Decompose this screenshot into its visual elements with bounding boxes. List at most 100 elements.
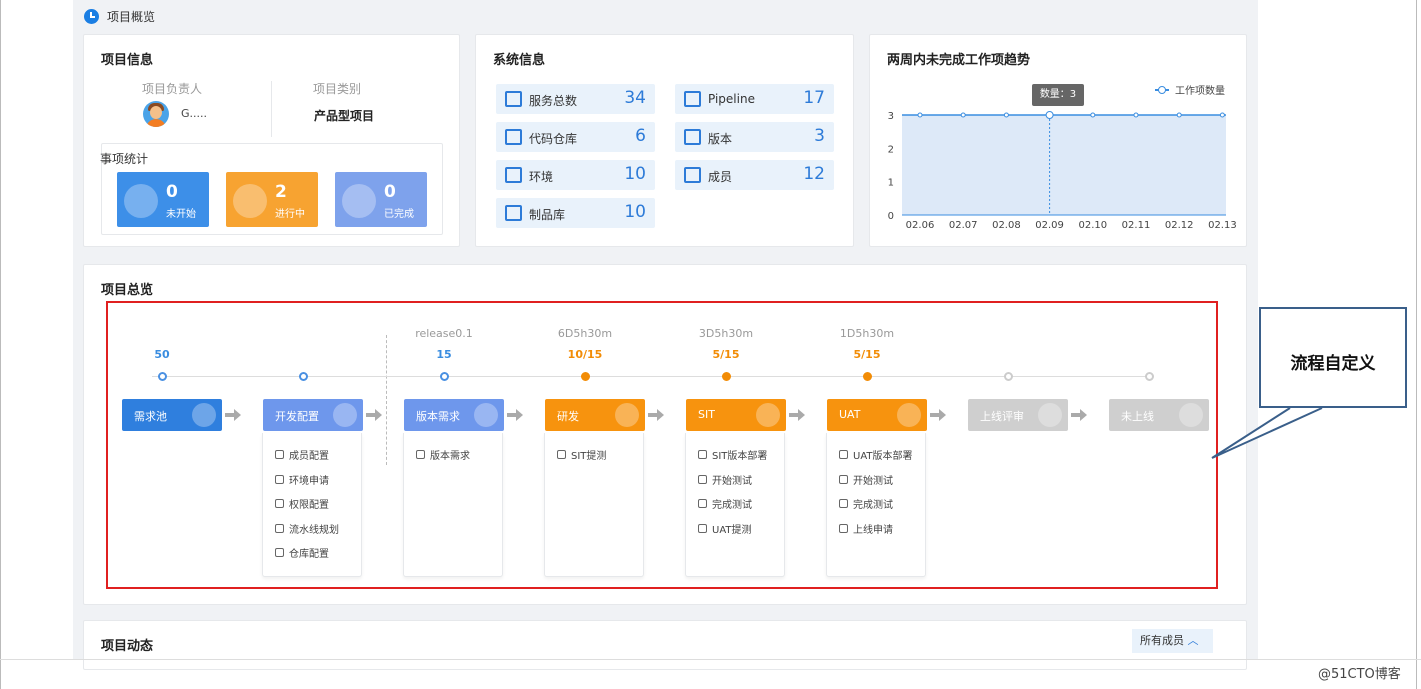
stage-name: 未上线 xyxy=(1121,410,1154,423)
stage-button[interactable]: 版本需求 xyxy=(404,399,504,431)
data-point[interactable] xyxy=(1090,112,1096,118)
data-point[interactable] xyxy=(1133,112,1139,118)
stage-task-list: 版本需求 xyxy=(403,433,503,577)
pipeline-icon xyxy=(684,91,701,107)
sys-item-members[interactable]: 成员 12 xyxy=(675,160,834,190)
stage-count: 5/15 xyxy=(712,348,740,361)
bottom-border xyxy=(0,659,1421,660)
member-filter-dropdown[interactable]: 所有成员 ︿ xyxy=(1132,629,1213,653)
data-point[interactable] xyxy=(917,112,923,118)
stat-done[interactable]: 0 已完成 xyxy=(335,172,427,227)
project-info-title: 项目信息 xyxy=(101,53,154,68)
data-point[interactable] xyxy=(1003,112,1009,118)
sys-item-versions[interactable]: 版本 3 xyxy=(675,122,834,152)
check-icon xyxy=(342,184,376,218)
trend-card: 两周内未完成工作项趋势 工作项数量 0 1 2 3 02.06 02.07 02.08 02.… xyxy=(869,34,1247,247)
stage-task-item[interactable]: 上线申请 xyxy=(839,521,893,536)
y-tick-label: 2 xyxy=(888,144,894,155)
sys-item-services[interactable]: 服务总数 34 xyxy=(496,84,655,114)
monitor-icon xyxy=(505,129,522,145)
version-icon xyxy=(684,129,701,145)
sys-label: 制品库 xyxy=(529,208,566,222)
data-point[interactable] xyxy=(1219,112,1225,118)
x-tick-label: 02.08 xyxy=(992,220,1021,231)
sys-value: 12 xyxy=(803,164,825,184)
phase-divider xyxy=(386,335,387,465)
data-point[interactable] xyxy=(1176,112,1182,118)
arrow-right-icon xyxy=(789,409,805,421)
left-border xyxy=(0,0,1,689)
stage-task-item[interactable]: 完成测试 xyxy=(839,496,893,511)
stat-in-progress[interactable]: 2 进行中 xyxy=(226,172,318,227)
data-point[interactable] xyxy=(1045,111,1054,119)
member-filter-label: 所有成员 xyxy=(1140,634,1184,647)
grid-icon xyxy=(505,167,522,183)
stage-task-item[interactable]: SIT提测 xyxy=(557,447,606,462)
stage-task-item[interactable]: 开始测试 xyxy=(698,472,752,487)
stage-button[interactable]: 未上线 xyxy=(1109,399,1209,431)
stage-button[interactable]: SIT xyxy=(686,399,786,431)
task-label: 流水线规划 xyxy=(289,524,339,536)
home-icon xyxy=(505,91,522,107)
sys-item-pipeline[interactable]: Pipeline 17 xyxy=(675,84,834,114)
stage-task-item[interactable]: UAT提测 xyxy=(698,521,752,536)
callout-text: 流程自定义 xyxy=(1290,354,1376,374)
stage-button[interactable]: UAT xyxy=(827,399,927,431)
stage-status-icon xyxy=(1179,403,1203,427)
x-tick-label: 02.13 xyxy=(1208,220,1237,231)
stat-label: 进行中 xyxy=(275,209,305,220)
stage-task-item[interactable]: 仓库配置 xyxy=(275,545,329,560)
stage-count: 5/15 xyxy=(853,348,881,361)
x-tick-label: 02.07 xyxy=(949,220,978,231)
task-icon xyxy=(275,523,284,533)
task-label: 环境申请 xyxy=(289,475,329,487)
sys-value: 3 xyxy=(814,126,825,146)
stage-duration: 6D5h30m xyxy=(557,327,613,340)
stage-status-icon xyxy=(192,403,216,427)
stage-task-item[interactable]: 权限配置 xyxy=(275,496,329,511)
callout-box: 流程自定义 xyxy=(1259,307,1407,408)
area-fill xyxy=(902,115,1226,215)
arrow-right-icon xyxy=(366,409,382,421)
stage-dot xyxy=(1145,372,1154,381)
stage-name: 研发 xyxy=(557,410,579,423)
stage-task-item[interactable]: 版本需求 xyxy=(416,447,470,462)
stage-task-item[interactable]: SIT版本部署 xyxy=(698,447,767,462)
task-label: UAT提测 xyxy=(712,524,752,536)
task-label: SIT提测 xyxy=(571,451,607,462)
stage-task-list: UAT版本部署 开始测试完成测试上线申请 xyxy=(826,433,926,577)
sys-label: Pipeline xyxy=(708,92,755,106)
stage-button[interactable]: 开发配置 xyxy=(263,399,363,431)
stage-button[interactable]: 上线评审 xyxy=(968,399,1068,431)
x-tick-label: 02.10 xyxy=(1078,220,1107,231)
stage-task-item[interactable]: 成员配置 xyxy=(275,447,329,462)
sys-item-repos[interactable]: 代码仓库 6 xyxy=(496,122,655,152)
stage-button[interactable]: 研发 xyxy=(545,399,645,431)
page-title: 项目概览 xyxy=(107,9,156,24)
stage-dot xyxy=(863,372,872,381)
type-value: 产品型项目 xyxy=(314,109,375,123)
sys-item-artifacts[interactable]: 制品库 10 xyxy=(496,198,655,228)
trend-chart: 0 1 2 3 02.06 02.07 02.08 02.09 02.10 02.11 02.12 0… xyxy=(888,111,1237,231)
stage-dot xyxy=(722,372,731,381)
stage-task-item[interactable]: UAT版本部署 xyxy=(839,447,913,462)
stage-task-item[interactable]: 完成测试 xyxy=(698,496,752,511)
page-header: 项目概览 xyxy=(84,6,155,26)
activity-title: 项目动态 xyxy=(101,639,154,654)
stage-task-item[interactable]: 环境申请 xyxy=(275,472,329,487)
avatar xyxy=(143,101,169,127)
task-icon xyxy=(698,474,707,484)
stage-task-item[interactable]: 开始测试 xyxy=(839,472,893,487)
stage-task-item[interactable]: 流水线规划 xyxy=(275,521,339,536)
task-icon xyxy=(698,450,707,459)
sys-item-envs[interactable]: 环境 10 xyxy=(496,160,655,190)
stage-name: UAT xyxy=(839,408,861,421)
box-icon xyxy=(505,205,522,221)
system-info-card: 系统信息 服务总数 34 Pipeline 17 代码仓库 6 版本 3 环境 10 成员… xyxy=(475,34,854,247)
stage-status-icon xyxy=(897,403,921,427)
stage-dot xyxy=(299,372,308,381)
stage-button[interactable]: 需求池 xyxy=(122,399,222,431)
divider xyxy=(271,81,272,137)
data-point[interactable] xyxy=(960,112,966,118)
stat-not-started[interactable]: 0 未开始 xyxy=(117,172,209,227)
